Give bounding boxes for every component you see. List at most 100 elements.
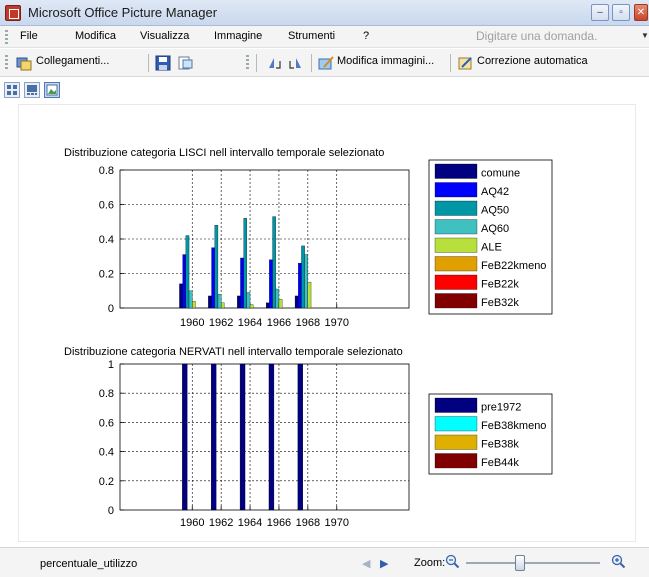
- bar: [217, 294, 222, 309]
- legend-label: FeB22k: [481, 279, 519, 291]
- rotate-left-icon[interactable]: [266, 55, 282, 71]
- toolbar-grip[interactable]: [5, 55, 8, 71]
- maximize-button[interactable]: ▫: [612, 4, 630, 21]
- zoom-slider-thumb[interactable]: [515, 555, 525, 571]
- x-tick-label: 1968: [296, 517, 320, 529]
- bar: [265, 302, 270, 309]
- bar: [298, 262, 302, 309]
- title-bar: Microsoft Office Picture Manager ‒ ▫ ✕: [0, 0, 649, 26]
- autocorrect-icon: [458, 57, 472, 70]
- save-icon[interactable]: [155, 55, 171, 71]
- bar: [192, 300, 196, 309]
- bar: [268, 363, 275, 511]
- help-search-input[interactable]: Digitare una domanda.: [476, 29, 646, 45]
- bar: [211, 247, 215, 309]
- y-tick-label: 0: [108, 303, 114, 315]
- bar: [240, 257, 244, 309]
- edit-pictures-button[interactable]: Modifica immagini...: [337, 55, 434, 67]
- legend-label: AQ60: [481, 223, 509, 235]
- autocorrect-button[interactable]: Correzione automatica: [477, 55, 588, 67]
- toolbar: Collegamenti... Modifica immagini... Cor…: [0, 49, 649, 77]
- legend-swatch: [434, 397, 478, 413]
- menu-visualizza[interactable]: Visualizza: [140, 30, 189, 42]
- y-tick-label: 1: [108, 359, 114, 371]
- bar: [182, 363, 188, 511]
- legend-label: AQ50: [481, 205, 509, 217]
- status-bar: percentuale_utilizzo ◀ ▶ Zoom:: [0, 547, 649, 577]
- edit-pictures-icon: [318, 56, 334, 70]
- x-tick-label: 1970: [325, 317, 349, 329]
- y-tick-label: 0.4: [99, 447, 114, 459]
- legend-swatch: [434, 200, 478, 216]
- x-tick-label: 1960: [180, 517, 204, 529]
- x-tick-label: 1964: [238, 517, 262, 529]
- menu-file[interactable]: File: [20, 30, 38, 42]
- zoom-slider-track[interactable]: [466, 562, 600, 564]
- toolbar-separator: [450, 54, 451, 72]
- window-title: Microsoft Office Picture Manager: [28, 5, 218, 20]
- y-tick-label: 0.6: [99, 417, 114, 429]
- menu-modifica[interactable]: Modifica: [75, 30, 116, 42]
- picture-display-area: Distribuzione categoria LISCI nell inter…: [18, 104, 636, 542]
- legend-label: FeB32k: [481, 297, 519, 309]
- bar: [278, 299, 283, 309]
- legend-swatch: [434, 219, 478, 235]
- bar: [275, 288, 280, 309]
- bar: [179, 283, 183, 309]
- legend-label: FeB38k: [481, 439, 519, 451]
- legend-swatch: [434, 416, 478, 432]
- legend-swatch: [434, 237, 478, 253]
- y-tick-label: 0: [108, 505, 114, 517]
- toolbar-separator: [256, 54, 257, 72]
- menu-help[interactable]: ?: [363, 30, 369, 42]
- zoom-out-icon[interactable]: [445, 554, 460, 569]
- next-picture-icon[interactable]: ▶: [380, 557, 388, 570]
- bar: [210, 363, 217, 511]
- filmstrip-view-icon[interactable]: [24, 82, 40, 98]
- minimize-button[interactable]: ‒: [591, 4, 609, 21]
- x-tick-label: 1962: [209, 317, 233, 329]
- shortcuts-button[interactable]: Collegamenti...: [36, 55, 109, 67]
- previous-picture-icon[interactable]: ◀: [362, 557, 370, 570]
- thumbnail-view-icon[interactable]: [4, 82, 20, 98]
- bar: [297, 363, 304, 511]
- export-icon[interactable]: [177, 55, 193, 71]
- toolbar-separator: [148, 54, 149, 72]
- bar: [214, 225, 219, 309]
- bar: [220, 302, 225, 309]
- toolbar-grip-2[interactable]: [246, 55, 249, 71]
- zoom-in-icon[interactable]: [611, 554, 626, 569]
- legend-label: ALE: [481, 242, 502, 254]
- legend-label: FeB22kmeno: [481, 260, 546, 272]
- legend-swatch: [434, 453, 478, 469]
- legend-label: FeB44k: [481, 457, 519, 469]
- y-tick-label: 0.2: [99, 476, 114, 488]
- bar: [188, 290, 193, 309]
- legend-label: FeB38kmeno: [481, 420, 546, 432]
- legend-swatch: [434, 182, 478, 198]
- rotate-right-icon[interactable]: [288, 55, 304, 71]
- x-tick-label: 1960: [180, 317, 204, 329]
- close-button[interactable]: ✕: [634, 4, 648, 21]
- legend-swatch: [434, 274, 478, 290]
- x-tick-label: 1962: [209, 517, 233, 529]
- legend-label: comune: [481, 168, 520, 180]
- zoom-label: Zoom:: [414, 557, 446, 569]
- menu-grip[interactable]: [5, 30, 8, 44]
- legend-swatch: [434, 256, 478, 272]
- menu-strumenti[interactable]: Strumenti: [288, 30, 335, 42]
- bar: [208, 295, 212, 309]
- help-dropdown-icon[interactable]: ▼: [641, 31, 649, 40]
- legend-label: pre1972: [481, 402, 521, 414]
- toolbar-separator: [311, 54, 312, 72]
- single-picture-view-icon[interactable]: [44, 82, 60, 98]
- legend-swatch: [434, 434, 478, 450]
- shortcuts-icon: [16, 57, 32, 71]
- view-bar: [0, 78, 649, 104]
- menu-immagine[interactable]: Immagine: [214, 30, 262, 42]
- bar: [243, 218, 247, 309]
- bar: [185, 235, 190, 309]
- menu-bar: File Modifica Visualizza Immagine Strume…: [0, 26, 649, 48]
- bar: [294, 295, 299, 309]
- legend-swatch: [434, 163, 478, 179]
